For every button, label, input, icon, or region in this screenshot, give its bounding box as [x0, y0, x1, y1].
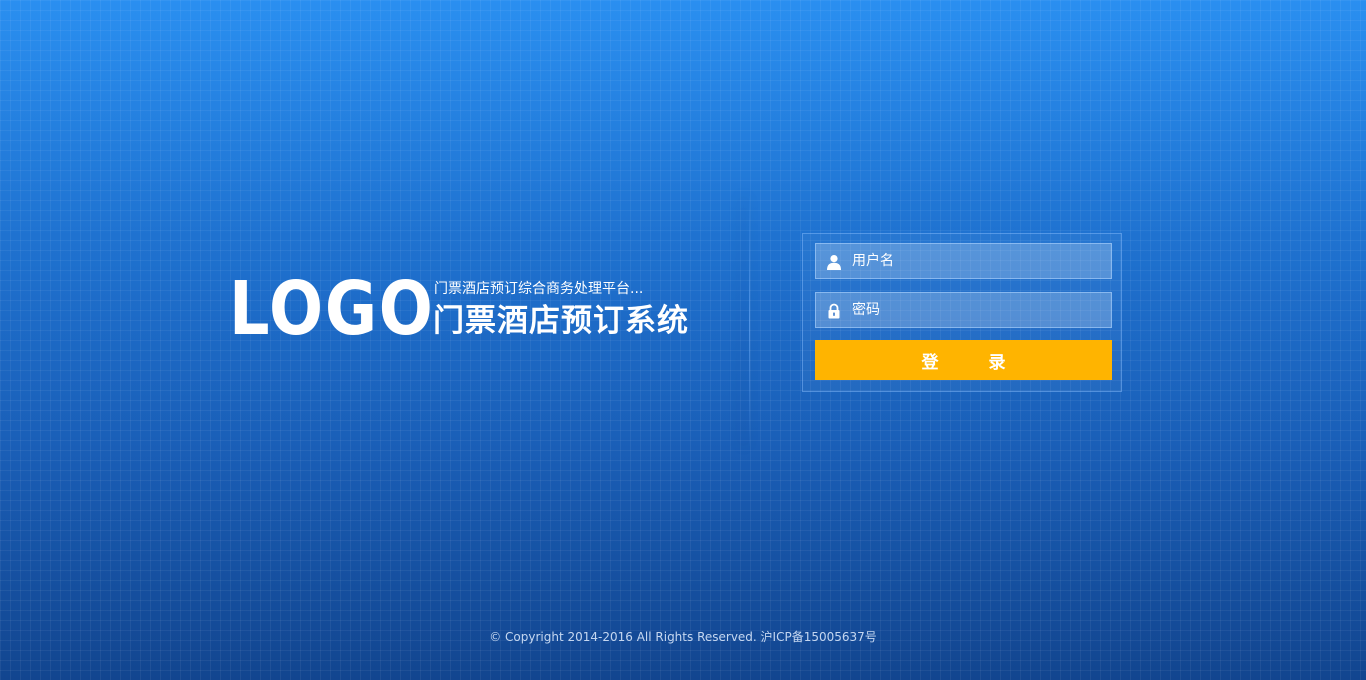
password-field[interactable]	[815, 292, 1112, 328]
brand-block: LOGO 门票酒店预订综合商务处理平台... 门票酒店预订系统	[229, 266, 709, 352]
password-input[interactable]	[852, 293, 1102, 327]
logo: LOGO	[229, 266, 435, 352]
username-field[interactable]	[815, 243, 1112, 279]
vertical-divider	[749, 196, 750, 446]
brand-title: 门票酒店预订系统	[433, 303, 689, 339]
user-icon	[826, 254, 842, 270]
login-button[interactable]: 登 录	[815, 340, 1112, 380]
login-form: 登 录	[802, 233, 1122, 392]
footer-copyright: © Copyright 2014-2016 All Rights Reserve…	[489, 630, 877, 644]
username-input[interactable]	[852, 244, 1102, 278]
lock-icon	[826, 303, 842, 319]
brand-subtitle: 门票酒店预订综合商务处理平台...	[434, 281, 644, 297]
